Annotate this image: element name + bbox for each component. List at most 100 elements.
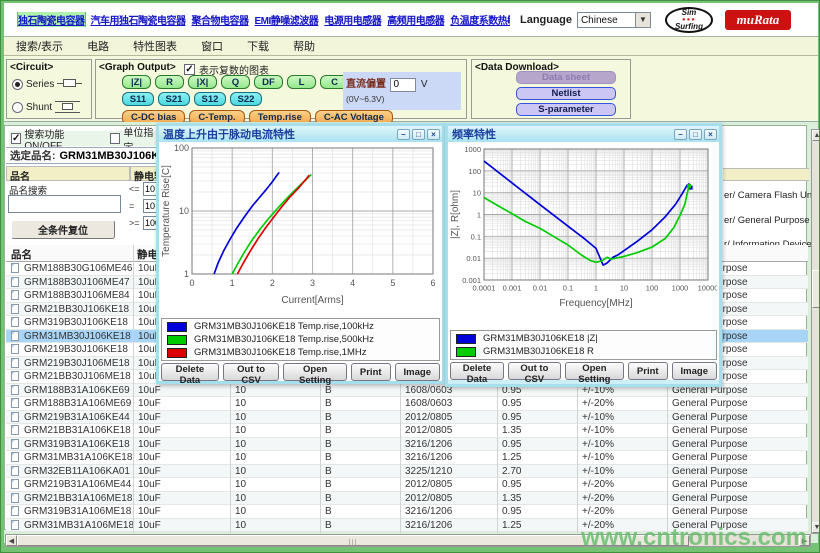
chart-button-open-setting[interactable]: Open Setting — [283, 363, 347, 381]
table-row[interactable]: GRM21BB31A106KE1810uF10B2012/08051.35+/-… — [6, 424, 808, 438]
sparam-button-2[interactable]: S12 — [194, 92, 226, 106]
maximize-icon[interactable]: □ — [412, 129, 425, 140]
table-cell: GRM188B30J106ME47 — [24, 277, 130, 288]
sparam-button-3[interactable]: S22 — [230, 92, 262, 106]
table-cell: GRM21BB30J106ME18 — [24, 371, 131, 382]
control-panels-row: <Circuit> Series Shunt — [4, 56, 818, 122]
table-row[interactable]: GRM32EB11A106KA0110uF10B3225/12102.70+/-… — [6, 465, 808, 479]
svg-text:0: 0 — [189, 278, 194, 288]
menu-item-3[interactable]: 窗口 — [201, 38, 223, 54]
param-button-5[interactable]: L — [287, 75, 316, 89]
vertical-scrollbar[interactable]: ▲ ▼ — [811, 129, 820, 534]
svg-text:0.01: 0.01 — [533, 284, 548, 293]
nav-link-1[interactable]: 汽车用独石陶瓷电容器 — [91, 12, 186, 27]
table-cell: 10uF — [138, 452, 161, 463]
table-cell: 3216/1206 — [405, 439, 452, 450]
param-button-2[interactable]: |X| — [188, 75, 217, 89]
table-row[interactable]: GRM219B31A106ME4410uF10B2012/08050.95+/-… — [6, 478, 808, 492]
chart-button-open-setting[interactable]: Open Setting — [565, 362, 624, 380]
table-cell: 2012/0805 — [405, 425, 452, 436]
svg-text:5: 5 — [390, 278, 395, 288]
menu-item-0[interactable]: 搜索/表示 — [16, 38, 63, 54]
table-row[interactable]: GRM21BB31A106ME1810uF10B2012/08051.35+/-… — [6, 492, 808, 506]
sparam-button-0[interactable]: S11 — [122, 92, 154, 106]
param-button-3[interactable]: Q — [221, 75, 250, 89]
table-row[interactable]: GRM319B31A106ME1810uF10B3216/12060.95+/-… — [6, 505, 808, 519]
series-radio-button[interactable] — [12, 79, 23, 90]
svg-text:1: 1 — [184, 269, 189, 279]
nav-link-5[interactable]: 高频用电感器 — [387, 12, 444, 27]
download-button-2[interactable]: S-parameter — [516, 103, 616, 116]
table-cell: B — [325, 398, 332, 409]
svg-text:10: 10 — [620, 284, 628, 293]
nav-link-3[interactable]: EMI静噪滤波器 — [255, 12, 319, 27]
checkbox-checked-icon[interactable]: ✓ — [184, 64, 195, 75]
chart-button-print[interactable]: Print — [628, 362, 668, 380]
window-title-bar[interactable]: 频率特性 – □ × — [448, 126, 719, 142]
param-button-4[interactable]: DF — [254, 75, 283, 89]
param-button-1[interactable]: R — [155, 75, 184, 89]
table-cell: 10 — [235, 479, 246, 490]
window-title-bar[interactable]: 温度上升由于脉动电流特性 – □ × — [159, 126, 442, 142]
language-value[interactable]: Chinese — [577, 12, 635, 28]
minimize-icon[interactable]: – — [397, 129, 410, 140]
param-button-0[interactable]: |Z| — [122, 75, 151, 89]
nav-link-4[interactable]: 电源用电感器 — [324, 12, 381, 27]
chart-button-delete-data[interactable]: Delete Data — [450, 362, 504, 380]
menu-item-1[interactable]: 电路 — [87, 38, 109, 54]
chart-button-image[interactable]: Image — [395, 363, 440, 381]
menu-item-2[interactable]: 特性图表 — [133, 38, 177, 54]
nav-link-6[interactable]: 负温度系数热敏电阻 — [450, 12, 510, 27]
nav-link-0[interactable]: 独石陶瓷电容器 — [18, 12, 85, 27]
table-cell: +/-20% — [582, 398, 614, 409]
radio-shunt[interactable]: Shunt — [12, 100, 81, 114]
param-button-row: |Z|R|X|QDFLC — [122, 75, 349, 89]
table-cell: General Purpose — [672, 466, 748, 477]
download-button-0[interactable]: Data sheet — [516, 71, 616, 84]
chart-button-image[interactable]: Image — [672, 362, 717, 380]
document-icon — [11, 520, 19, 530]
scroll-left-icon[interactable]: ◀ — [6, 535, 17, 546]
search-toggles: ✓ 搜索功能 ON/OFF 单位指定 — [9, 131, 159, 146]
chart-button-out-to-csv[interactable]: Out to CSV — [223, 363, 280, 381]
maximize-icon[interactable]: □ — [689, 129, 702, 140]
table-cell: 3216/1206 — [405, 506, 452, 517]
chart-button-print[interactable]: Print — [351, 363, 391, 381]
chart-button-delete-data[interactable]: Delete Data — [161, 363, 219, 381]
table-cell: GRM31MB31A106ME18 — [24, 520, 134, 531]
table-cell: 1.25 — [502, 520, 521, 531]
close-icon[interactable]: × — [704, 129, 717, 140]
checkbox-unchecked-icon[interactable] — [110, 133, 120, 144]
legend-label: GRM31MB30J106KE18 |Z| — [483, 333, 598, 344]
name-search-input[interactable] — [8, 195, 121, 213]
table-cell: GRM219B30J106KE18 — [24, 344, 128, 355]
table-row[interactable]: GRM319B31A106KE1810uF10B3216/12060.95+/-… — [6, 438, 808, 452]
close-icon[interactable]: × — [427, 129, 440, 140]
chevron-down-icon[interactable]: ▼ — [635, 12, 651, 28]
minimize-icon[interactable]: – — [674, 129, 687, 140]
circuit-panel-title: <Circuit> — [10, 62, 53, 73]
language-select[interactable]: Chinese ▼ — [577, 12, 651, 28]
download-button-1[interactable]: Netlist — [516, 87, 616, 100]
table-row[interactable]: GRM219B31A106KE4410uF10B2012/08050.95+/-… — [6, 411, 808, 425]
dc-bias-input[interactable] — [390, 78, 416, 92]
reset-conditions-button[interactable]: 全条件复位 — [11, 220, 115, 239]
menu-item-5[interactable]: 帮助 — [293, 38, 315, 54]
shunt-radio-button[interactable] — [12, 102, 23, 113]
svg-text:10: 10 — [179, 206, 189, 216]
table-row[interactable]: GRM31MB31A106KE1810uF10B3216/12061.25+/-… — [6, 451, 808, 465]
nav-link-2[interactable]: 聚合物电容器 — [192, 12, 249, 27]
chart-button-out-to-csv[interactable]: Out to CSV — [508, 362, 561, 380]
checkbox-checked-icon[interactable]: ✓ — [11, 133, 21, 144]
vertical-scroll-thumb[interactable] — [812, 270, 820, 308]
scroll-up-icon[interactable]: ▲ — [812, 130, 820, 141]
radio-series[interactable]: Series — [12, 77, 83, 91]
sparam-button-1[interactable]: S21 — [158, 92, 190, 106]
table-cell: +/-20% — [582, 506, 614, 517]
shunt-label: Shunt — [26, 102, 52, 113]
scroll-down-icon[interactable]: ▼ — [812, 522, 820, 533]
svg-text:100: 100 — [468, 167, 481, 176]
table-cell: GRM219B31A106ME44 — [24, 479, 131, 490]
table-row[interactable]: GRM188B31A106ME6910uF10B1608/06030.95+/-… — [6, 397, 808, 411]
menu-item-4[interactable]: 下载 — [247, 38, 269, 54]
